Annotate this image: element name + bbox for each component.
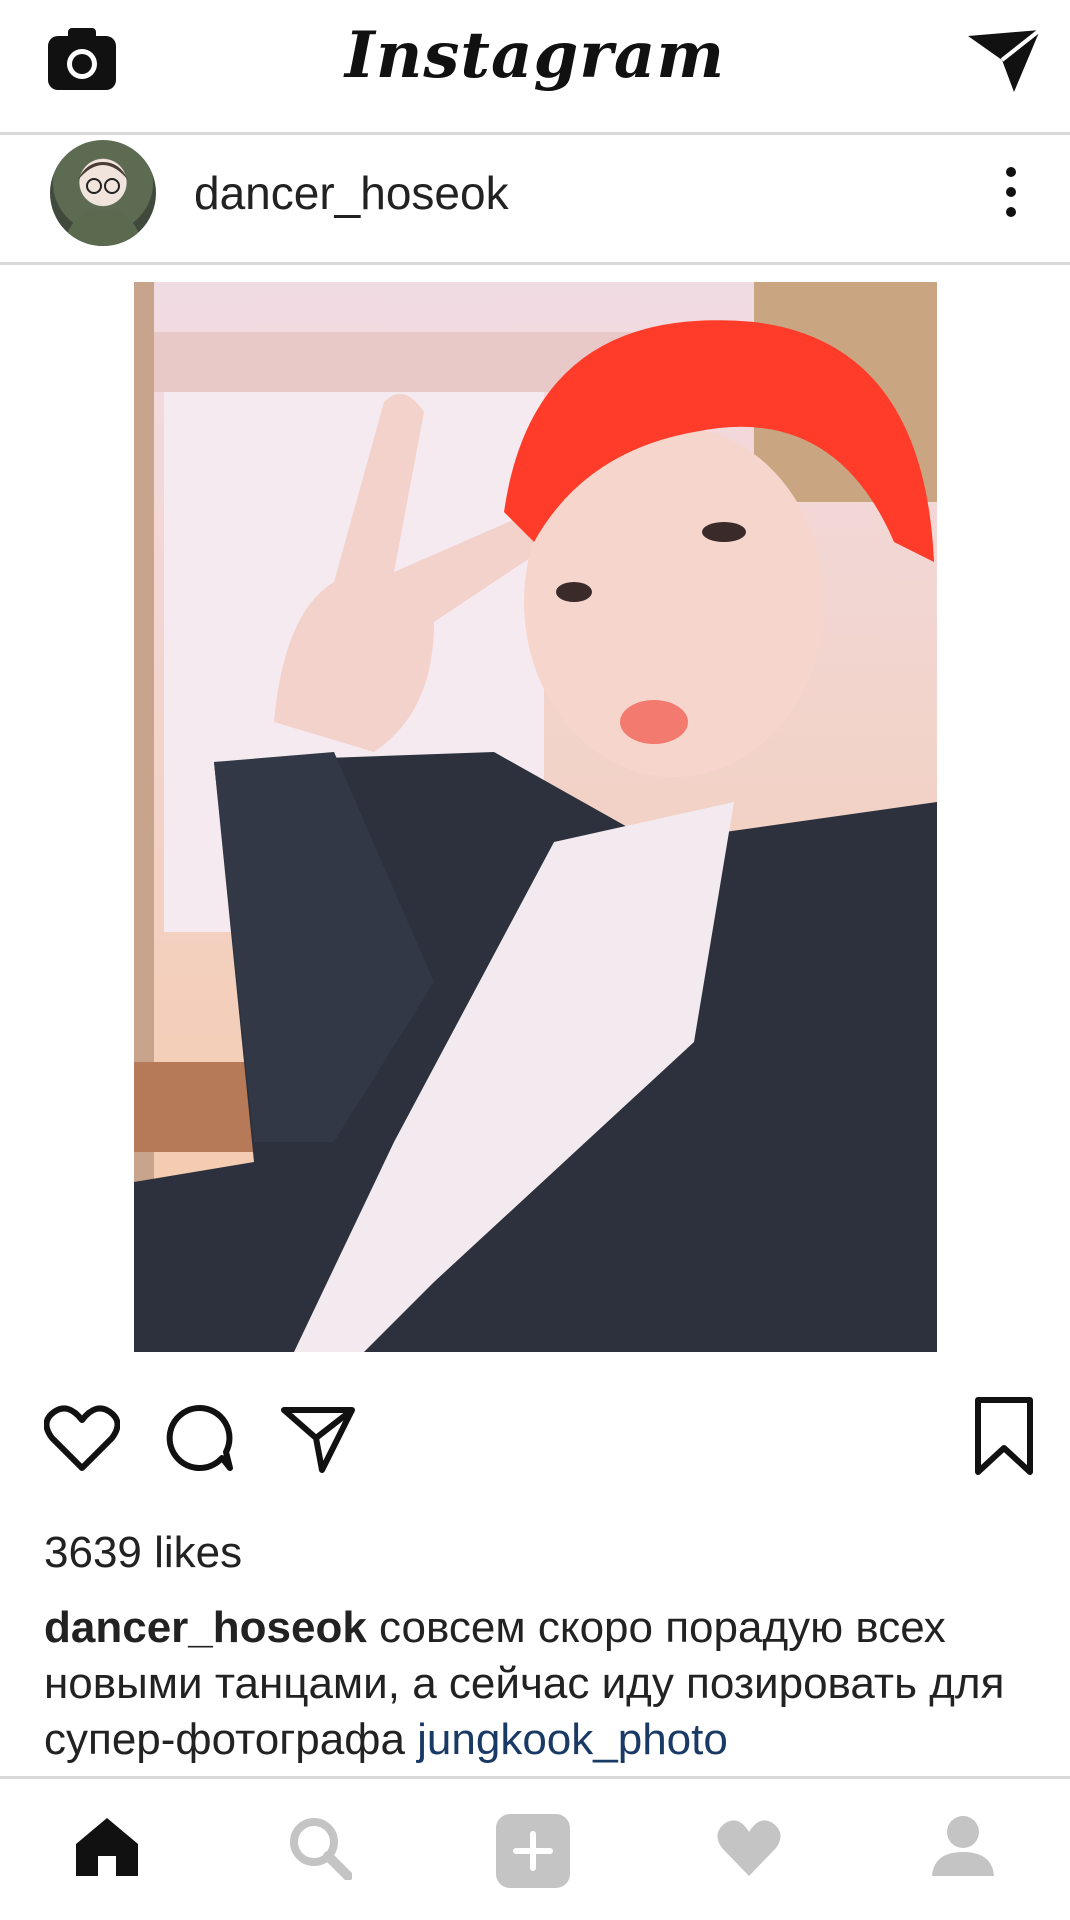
profile-icon[interactable] <box>930 1812 996 1878</box>
likes-count[interactable]: 3639 likes <box>44 1528 242 1578</box>
post-actions <box>0 1396 1070 1486</box>
caption-username[interactable]: dancer_hoseok <box>44 1603 367 1652</box>
post-caption: dancer_hoseok совсем скоро порадую всех … <box>44 1600 1034 1768</box>
app-logo: Instagram <box>344 18 726 93</box>
share-icon[interactable] <box>280 1404 356 1474</box>
avatar[interactable] <box>50 140 156 246</box>
post-photo[interactable] <box>134 282 937 1352</box>
direct-message-icon[interactable] <box>966 26 1042 94</box>
divider <box>0 132 1070 135</box>
caption-mention[interactable]: jungkook_photo <box>417 1715 728 1764</box>
post-username[interactable]: dancer_hoseok <box>194 166 509 220</box>
top-bar: Instagram <box>0 0 1070 132</box>
search-icon[interactable] <box>286 1814 352 1880</box>
post-header: dancer_hoseok <box>0 136 1070 264</box>
comment-icon[interactable] <box>164 1402 236 1474</box>
bookmark-icon[interactable] <box>972 1396 1036 1476</box>
more-vertical-icon[interactable] <box>998 164 1024 220</box>
divider <box>0 262 1070 265</box>
activity-heart-icon[interactable] <box>716 1818 782 1878</box>
home-icon[interactable] <box>74 1816 140 1878</box>
divider <box>0 1776 1070 1779</box>
heart-icon[interactable] <box>44 1404 120 1474</box>
add-post-icon[interactable] <box>496 1814 570 1888</box>
bottom-nav <box>0 1780 1070 1920</box>
